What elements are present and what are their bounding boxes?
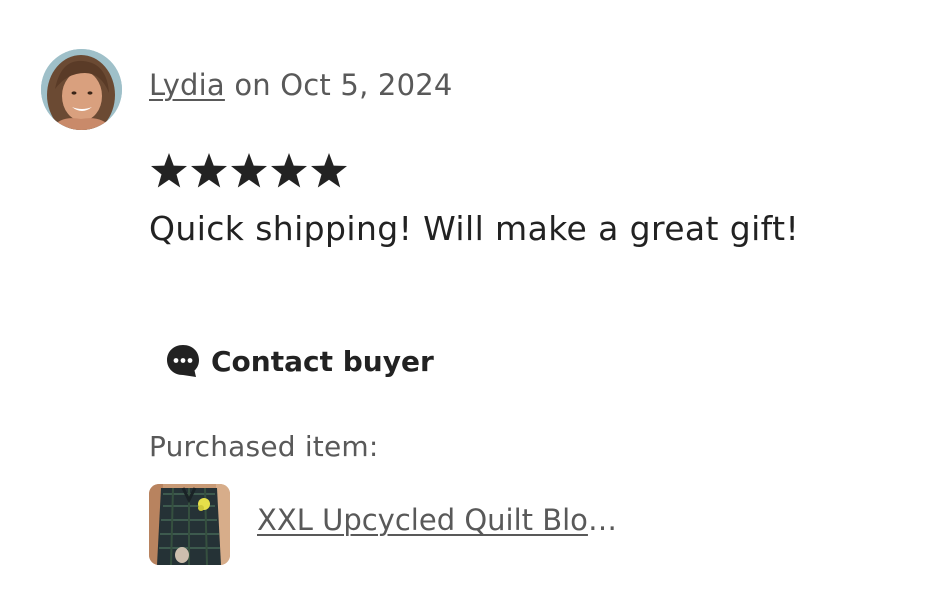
purchased-item-label: Purchased item: — [149, 430, 379, 463]
star-icon — [149, 151, 189, 191]
item-photo — [149, 484, 230, 565]
star-icon — [189, 151, 229, 191]
avatar-photo — [41, 49, 122, 130]
review-text: Quick shipping! Will make a great gift! — [149, 209, 800, 248]
reviewer-name-link[interactable]: Lydia — [149, 68, 225, 102]
purchased-item-link[interactable]: XXL Upcycled Quilt Block Flannel Shirt — [257, 503, 627, 537]
review-card: Lydia on Oct 5, 2024 Quick shipping! Wil… — [0, 0, 951, 611]
contact-buyer-button[interactable]: Contact buyer — [149, 330, 448, 392]
reviewer-avatar[interactable] — [41, 49, 122, 130]
review-date: on Oct 5, 2024 — [224, 68, 453, 102]
star-icon — [229, 151, 269, 191]
star-rating — [149, 151, 349, 191]
purchased-item-thumbnail[interactable] — [149, 484, 230, 565]
contact-buyer-label: Contact buyer — [211, 344, 434, 378]
star-icon — [269, 151, 309, 191]
chat-bubble-icon — [165, 343, 201, 379]
star-icon — [309, 151, 349, 191]
review-header: Lydia on Oct 5, 2024 — [149, 68, 453, 102]
